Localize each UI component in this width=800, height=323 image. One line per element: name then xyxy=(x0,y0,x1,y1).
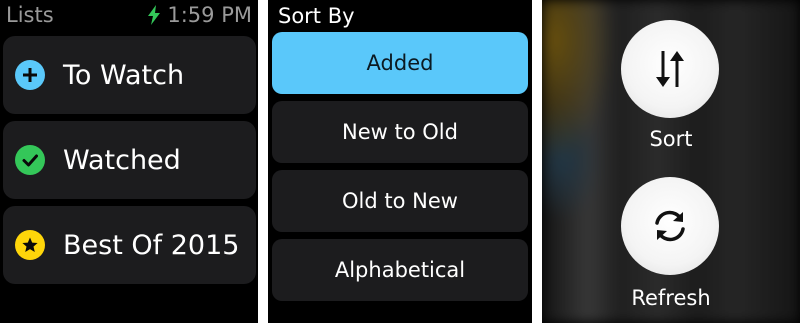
status-bar: 1:59 PM xyxy=(147,3,252,27)
list-item-label: Watched xyxy=(63,144,181,176)
sort-screen: Sort By Added New to Old Old to New Alph… xyxy=(268,0,532,323)
star-icon xyxy=(15,230,45,260)
sort-option-new-to-old[interactable]: New to Old xyxy=(272,101,528,163)
lists-title: Lists xyxy=(6,3,54,27)
action-menu-screen: Sort Refresh xyxy=(542,0,800,323)
refresh-action-button[interactable] xyxy=(621,177,719,275)
sort-option-label: Added xyxy=(366,51,434,75)
lists-screen: Lists 1:59 PM To Watch Watched Best Of 2… xyxy=(0,0,258,323)
status-time: 1:59 PM xyxy=(167,3,252,27)
sort-option-label: New to Old xyxy=(342,120,458,144)
sort-option-label: Alphabetical xyxy=(334,258,466,282)
sort-option-alphabetical[interactable]: Alphabetical xyxy=(272,239,528,301)
bolt-icon xyxy=(148,5,161,25)
sort-title: Sort By xyxy=(278,4,355,28)
list-item-label: Best Of 2015 xyxy=(63,229,240,261)
plus-icon xyxy=(15,60,45,90)
list-item-watched[interactable]: Watched xyxy=(3,121,256,199)
list-item-to-watch[interactable]: To Watch xyxy=(3,36,256,114)
sort-action-button[interactable] xyxy=(621,20,719,118)
sort-option-added[interactable]: Added xyxy=(272,32,528,94)
list-item-best-of-2015[interactable]: Best Of 2015 xyxy=(3,206,256,284)
sort-action-label: Sort xyxy=(649,127,693,151)
sort-option-label: Old to New xyxy=(342,189,458,213)
sort-option-old-to-new[interactable]: Old to New xyxy=(272,170,528,232)
list-item-label: To Watch xyxy=(63,59,185,91)
refresh-icon xyxy=(655,210,685,242)
checkmark-icon xyxy=(15,145,45,175)
sort-arrows-icon xyxy=(656,51,684,87)
refresh-action-label: Refresh xyxy=(631,286,711,310)
